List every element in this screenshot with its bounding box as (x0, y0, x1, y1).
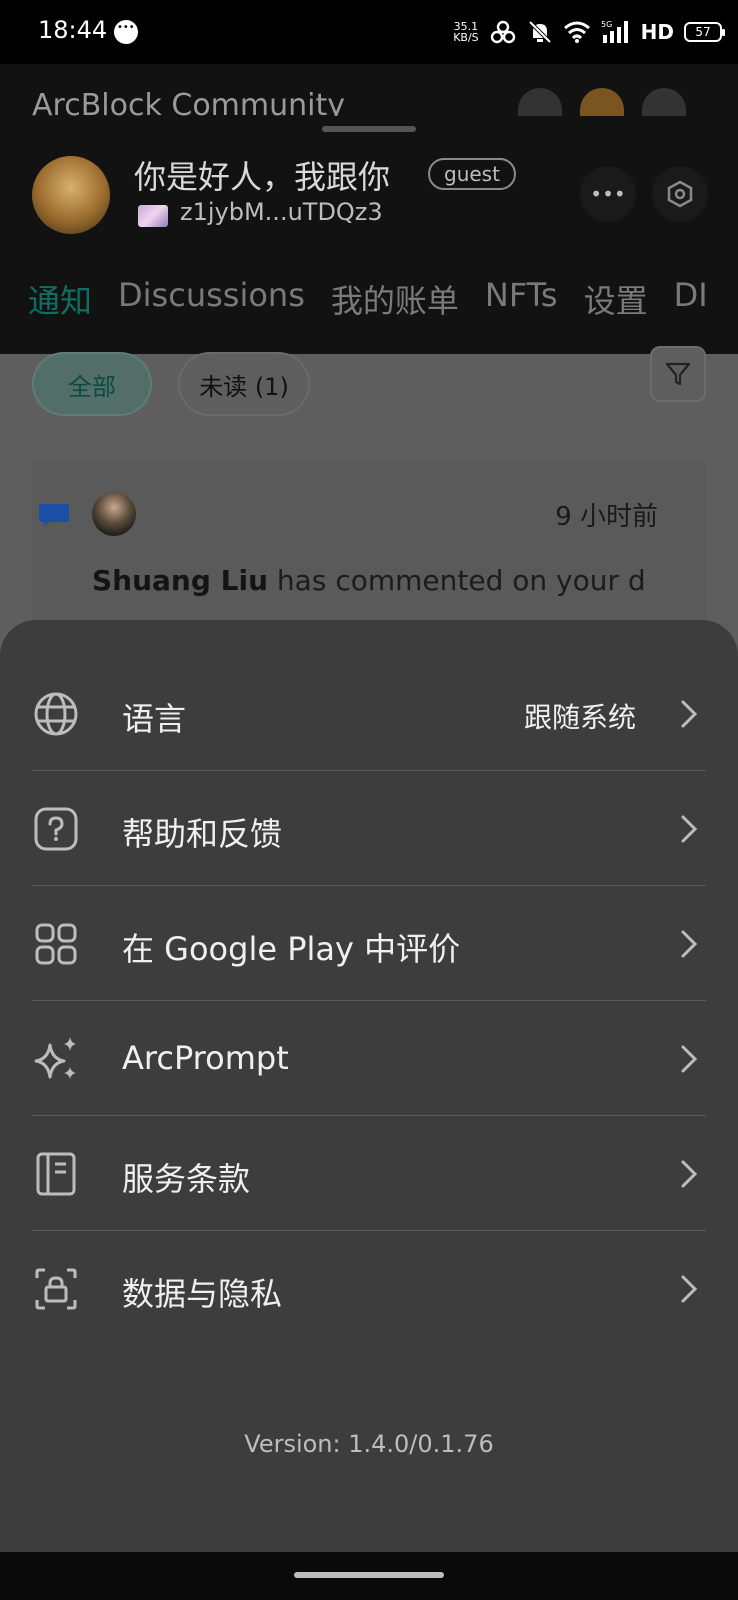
menu-item-language[interactable]: 语言 跟随系统 (32, 656, 706, 771)
globe-icon (32, 690, 80, 738)
more-dots-icon: ••• (590, 182, 626, 206)
grid-icon (32, 920, 80, 968)
menu-item-help-feedback[interactable]: 帮助和反馈 (32, 771, 706, 886)
chevron-right-icon (681, 1275, 698, 1303)
system-navigation-bar (0, 1552, 738, 1600)
menu-item-data-privacy[interactable]: 数据与隐私 (32, 1231, 706, 1346)
filter-button[interactable] (650, 346, 706, 402)
did-address[interactable]: z1jybM...uTDQz3 (180, 198, 383, 226)
menu-item-label: 语言 (122, 700, 187, 738)
settings-bottom-sheet: 语言 跟随系统 帮助和反馈 在 Google Play 中评价 ArcPromp… (0, 620, 738, 1552)
role-badge: guest (428, 158, 516, 190)
top-avatar-icon[interactable] (580, 88, 624, 116)
filter-unread-chip[interactable]: 未读 (1) (178, 352, 310, 416)
profile-avatar[interactable] (32, 156, 110, 234)
tab-notifications[interactable]: 通知 (28, 276, 92, 322)
tab-settings[interactable]: 设置 (584, 276, 648, 322)
chevron-right-icon (681, 1160, 698, 1188)
menu-item-rate-google-play[interactable]: 在 Google Play 中评价 (32, 886, 706, 1001)
menu-item-label: 服务条款 (122, 1160, 251, 1198)
status-bar: 18:44 35.1 KB/S 5G (0, 0, 738, 64)
status-time: 18:44 (38, 16, 108, 44)
message-notification-icon (114, 20, 138, 44)
chevron-right-icon (681, 815, 698, 843)
notification-actor[interactable]: Shuang Liu (92, 564, 268, 597)
tab-my-bills[interactable]: 我的账单 (331, 276, 459, 322)
comment-icon (39, 504, 69, 527)
top-icons (518, 88, 686, 116)
help-icon (32, 805, 80, 853)
tab-did[interactable]: DI (674, 276, 708, 322)
chevron-right-icon (681, 700, 698, 728)
hotspot-icon (490, 20, 515, 44)
sparkle-icon (32, 1035, 80, 1083)
user-avatar[interactable] (92, 492, 136, 536)
menu-item-value: 跟随系统 (523, 701, 636, 734)
network-hd-label: HD (640, 20, 674, 44)
menu-item-label: 帮助和反馈 (122, 815, 283, 853)
hexagon-settings-icon (667, 180, 693, 208)
menu-item-label: ArcPrompt (122, 1039, 289, 1077)
filter-icon (665, 362, 691, 386)
notification-message: has commented on your d (268, 564, 646, 597)
notification-time: 9 小时前 (555, 502, 658, 532)
app-switcher-icon[interactable] (518, 88, 562, 116)
signal-5g-label: 5G (601, 20, 612, 29)
menu-item-terms-of-service[interactable]: 服务条款 (32, 1116, 706, 1231)
menu-item-arcprompt[interactable]: ArcPrompt (32, 1001, 706, 1116)
net-speed: 35.1 KB/S (453, 21, 478, 43)
version-text: Version: 1.4.0/0.1.76 (244, 1430, 494, 1458)
chevron-right-icon (681, 1045, 698, 1073)
book-icon (32, 1150, 80, 1198)
signal-5g-icon: 5G (601, 20, 628, 43)
tab-discussions[interactable]: Discussions (118, 276, 305, 322)
net-speed-unit: KB/S (453, 31, 479, 44)
notification-text: Shuang Liu has commented on your d (92, 564, 662, 597)
status-icons: 35.1 KB/S 5G HD 57 (453, 14, 725, 50)
drag-handle[interactable] (322, 126, 416, 132)
did-thumbnail-icon (138, 205, 168, 227)
profile-name: 你是好人，我跟你 (134, 158, 391, 196)
chevron-right-icon (681, 930, 698, 958)
top-settings-icon[interactable] (642, 88, 686, 116)
settings-button[interactable] (652, 166, 708, 222)
more-button[interactable]: ••• (580, 166, 636, 222)
community-title: ArcBlock Community (32, 88, 345, 116)
menu-item-label: 数据与隐私 (122, 1275, 283, 1313)
mute-bell-icon (528, 20, 552, 44)
home-indicator[interactable] (294, 1572, 444, 1578)
tab-bar: 通知 Discussions 我的账单 NFTs 设置 DI (28, 276, 708, 322)
privacy-lock-icon (32, 1265, 80, 1313)
filter-all-chip[interactable]: 全部 (32, 352, 152, 416)
menu-item-label: 在 Google Play 中评价 (122, 930, 461, 968)
wifi-icon (563, 21, 590, 43)
profile-header: ArcBlock Community 你是好人，我跟你 guest z1jybM… (0, 64, 738, 354)
tab-nfts[interactable]: NFTs (485, 276, 558, 322)
battery-icon: 57 (684, 22, 725, 42)
